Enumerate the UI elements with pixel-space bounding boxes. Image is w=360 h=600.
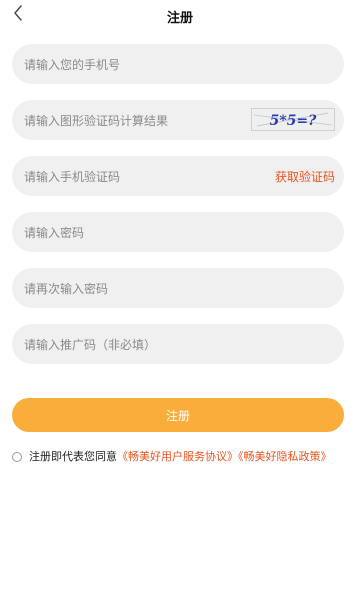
password-confirm-field <box>12 268 344 310</box>
captcha-input[interactable] <box>22 100 246 142</box>
referral-input[interactable] <box>22 324 246 366</box>
get-code-button[interactable]: 获取验证码 <box>275 168 335 185</box>
header: 注册 <box>0 0 360 30</box>
referral-field <box>12 324 344 366</box>
agreement-text: 注册即代表您同意《畅美好用户服务协议》《畅美好隐私政策》 <box>29 450 344 464</box>
sms-code-input[interactable] <box>22 156 246 198</box>
captcha-text: 5*5=? <box>270 113 318 129</box>
password-confirm-input[interactable] <box>22 268 246 310</box>
agreement-prefix: 注册即代表您同意 <box>29 450 117 463</box>
sms-code-field: 获取验证码 <box>12 156 344 198</box>
phone-field <box>12 44 344 86</box>
user-agreement-link[interactable]: 《畅美好用户服务协议》 <box>117 450 238 463</box>
phone-input[interactable] <box>22 44 246 86</box>
password-input[interactable] <box>22 212 246 254</box>
captcha-image[interactable]: 5*5=? <box>251 108 335 131</box>
captcha-field: 5*5=? <box>12 100 344 142</box>
password-field <box>12 212 344 254</box>
register-button[interactable]: 注册 <box>12 398 344 432</box>
privacy-policy-link[interactable]: 《畅美好隐私政策》 <box>238 450 332 463</box>
page-title: 注册 <box>166 11 193 26</box>
agreement-radio[interactable] <box>12 452 22 462</box>
